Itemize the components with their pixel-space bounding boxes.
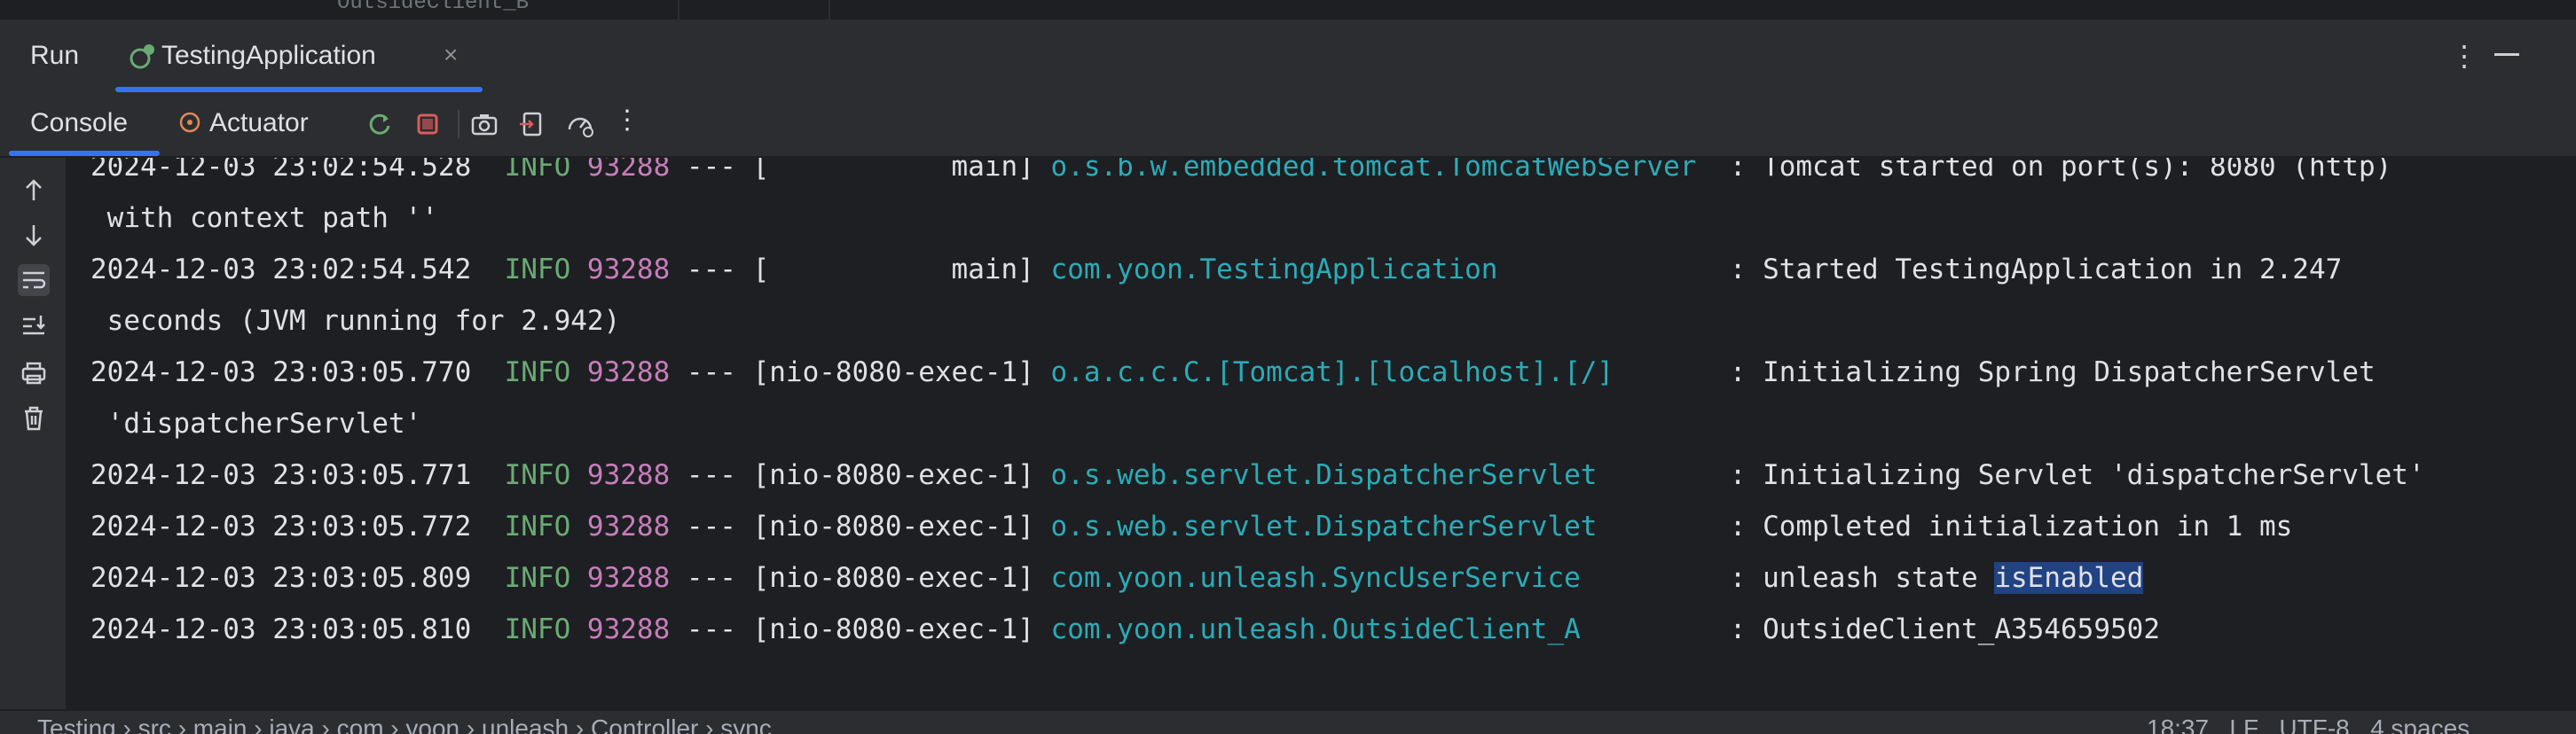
scroll-up-button[interactable] [18,174,50,206]
editor-sliver-text: OutsideClient_B [337,0,530,15]
divider [829,0,830,20]
spring-run-icon [130,44,154,69]
tab-actuator[interactable]: Actuator [177,108,355,138]
scroll-to-end-icon [23,316,45,335]
soft-wrap-icon [23,271,46,289]
trash-icon [25,406,43,431]
soft-wrap-button[interactable] [18,264,50,296]
log-line: 2024-12-03 23:03:05.809 INFO 93288 --- [… [90,562,2144,594]
divider [678,0,679,20]
printer-icon [21,362,46,385]
console-side-toolbar [0,158,66,709]
clear-all-button[interactable] [18,402,50,434]
close-icon[interactable]: × [444,41,458,69]
log-line: 2024-12-03 23:03:05.770 INFO 93288 --- [… [90,356,2376,388]
run-panel-title: Run [30,41,80,70]
tab-actuator-label: Actuator [209,108,309,137]
log-line: 2024-12-03 23:02:54.542 INFO 93288 --- [… [90,254,2343,285]
more-options-icon[interactable]: ⋮ [2450,39,2478,73]
gauge-icon [568,117,593,137]
more-options-icon[interactable]: ⋮ [614,105,640,136]
minimize-icon[interactable] [2494,53,2519,56]
rerun-button[interactable] [364,108,396,140]
tab-testing-application[interactable]: TestingApplication × [115,21,483,92]
run-panel-header: Run TestingApplication × ⋮ [0,21,2576,92]
export-icon [520,112,542,137]
log-line-continuation: seconds (JVM running for 2.942) [90,305,621,337]
console-output[interactable]: 2024-12-03 23:02:54.528 INFO 93288 --- [… [66,158,2576,709]
profiler-button[interactable] [564,108,596,140]
status-bar: Testing › src › main › java › com › yoon… [0,709,2576,734]
editor-sliver: OutsideClient_B [0,0,2576,21]
arrow-down-icon [26,225,42,246]
export-button[interactable] [516,108,548,140]
log-line-continuation: 'dispatcherServlet' [90,408,422,440]
console-toolbar: Console Actuator ⋮ [0,92,2576,158]
tab-label: TestingApplication [161,41,376,70]
breadcrumb[interactable]: Testing › src › main › java › com › yoon… [37,714,772,734]
toolbar-divider [458,110,459,138]
scroll-to-end-button[interactable] [18,310,50,342]
camera-icon [471,114,498,136]
tab-console[interactable]: Console [30,108,128,138]
log-line: 2024-12-03 23:03:05.772 INFO 93288 --- [… [90,511,2293,543]
log-line: 2024-12-03 23:03:05.771 INFO 93288 --- [… [90,459,2425,491]
log-line: 2024-12-03 23:03:05.810 INFO 93288 --- [… [90,613,2160,645]
print-button[interactable] [18,356,50,388]
screenshot-button[interactable] [468,108,500,140]
rerun-icon [369,113,390,135]
stop-icon [417,113,438,135]
actuator-icon [179,112,200,133]
log-line-continuation: with context path '' [90,202,438,234]
active-tab-indicator [9,151,160,156]
selected-text: isEnabled [1994,562,2144,594]
log-line: 2024-12-03 23:02:54.528 INFO 93288 --- [… [90,158,2392,183]
stop-button[interactable] [412,108,444,140]
status-bar-info[interactable]: 18:37 LF UTF-8 4 spaces [2147,714,2470,734]
scroll-down-button[interactable] [18,220,50,252]
arrow-up-icon [26,179,42,200]
